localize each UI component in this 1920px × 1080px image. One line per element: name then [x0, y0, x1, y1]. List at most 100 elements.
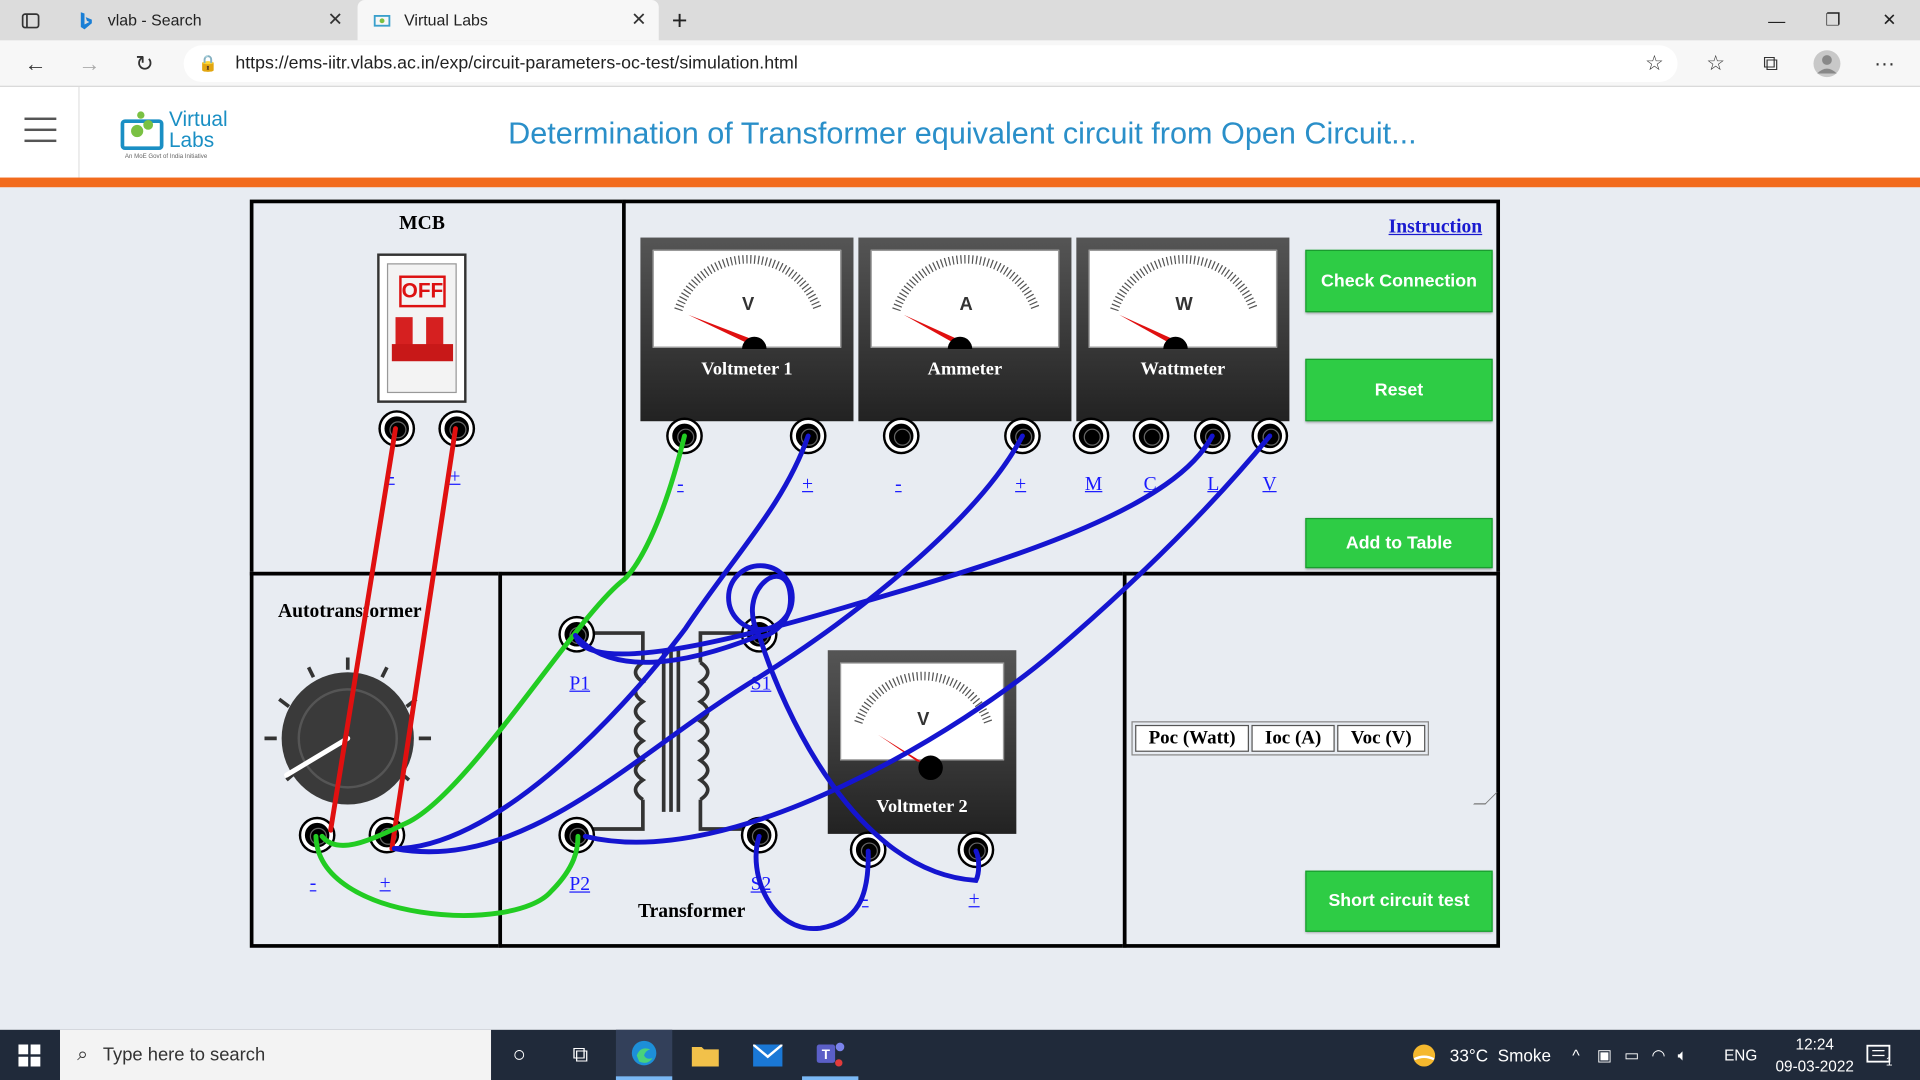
- minimize-button[interactable]: —: [1749, 0, 1805, 40]
- collections-button[interactable]: ⧉: [1752, 45, 1789, 82]
- avatar: [1813, 50, 1841, 78]
- back-button[interactable]: ←: [17, 45, 54, 82]
- mcb-switch[interactable]: OFF: [377, 253, 467, 403]
- voltmeter-2-label-plus: +: [968, 888, 980, 910]
- mcb-state-label: OFF: [399, 275, 446, 308]
- weather-smoke-icon: [1413, 1043, 1436, 1066]
- add-favorite-button[interactable]: ☆: [1636, 45, 1673, 82]
- site-header: Virtual Labs An MoE Govt of India Initia…: [0, 86, 1920, 178]
- minimize-icon: —: [1768, 10, 1786, 31]
- wattmeter-terminal-m[interactable]: [1075, 420, 1107, 452]
- new-tab-button[interactable]: +: [661, 0, 698, 40]
- ammeter-terminal-minus[interactable]: [885, 420, 918, 452]
- close-tab-icon[interactable]: ✕: [327, 9, 342, 31]
- edge-icon: [631, 1040, 657, 1066]
- notification-center-button[interactable]: 1: [1866, 1030, 1893, 1080]
- voltmeter-2-dial: V: [854, 671, 993, 772]
- mcb-terminal-plus[interactable]: [440, 412, 473, 445]
- edge-taskbar-button[interactable]: [615, 1029, 673, 1080]
- wattmeter-label-v: V: [1262, 473, 1277, 495]
- teams-icon: T: [816, 1042, 845, 1067]
- mail-button[interactable]: [740, 1030, 796, 1080]
- teams-button[interactable]: T: [802, 1030, 859, 1080]
- add-to-table-button[interactable]: Add to Table: [1305, 517, 1493, 569]
- system-tray[interactable]: ^ ▣ ▭ ◠ 🔈︎: [1572, 1030, 1687, 1080]
- transformer-label-p1: P1: [569, 673, 591, 695]
- ammeter-dial: A: [892, 254, 1040, 362]
- wattmeter-terminal-l[interactable]: [1196, 420, 1229, 452]
- tab-virtual-labs[interactable]: Virtual Labs ✕: [357, 0, 659, 41]
- ammeter-label-minus: -: [895, 473, 902, 495]
- clock[interactable]: 12:24 09-03-2022: [1766, 1030, 1864, 1080]
- autotransformer-knob[interactable]: [262, 653, 433, 812]
- wattmeter-label: Wattmeter: [1140, 360, 1226, 380]
- profile-button[interactable]: [1809, 45, 1846, 82]
- voltmeter-2-terminal-plus[interactable]: [960, 833, 992, 866]
- collections-icon: ⧉: [1763, 51, 1779, 75]
- camera-icon: ▣: [1596, 1045, 1612, 1064]
- language-indicator[interactable]: ENG: [1724, 1030, 1757, 1080]
- ammeter-label: Ammeter: [927, 360, 1003, 380]
- autotransformer-terminal-plus[interactable]: [371, 819, 403, 852]
- mail-icon: [753, 1043, 783, 1066]
- ammeter-terminal-plus[interactable]: [1006, 420, 1039, 452]
- taskbar-search-input[interactable]: ⌕ Type here to search: [60, 1029, 492, 1080]
- transformer-terminal-s1[interactable]: [743, 618, 776, 651]
- cortana-button[interactable]: ○: [491, 1030, 547, 1080]
- clock-date: 09-03-2022: [1775, 1057, 1854, 1075]
- voltmeter-1-terminal-plus[interactable]: [792, 420, 825, 452]
- task-view-icon: ⧉: [572, 1042, 589, 1067]
- transformer-label-s2: S2: [750, 874, 772, 896]
- page-title: Determination of Transformer equivalent …: [508, 116, 1417, 151]
- voltmeter-1-label-plus: +: [802, 473, 814, 495]
- svg-text:A: A: [959, 293, 972, 314]
- autotransformer-terminal-minus[interactable]: [301, 819, 334, 852]
- wattmeter-terminal-c[interactable]: [1135, 420, 1167, 452]
- battery-icon: ▭: [1624, 1045, 1640, 1064]
- tab-label: vlab - Search: [107, 11, 202, 30]
- settings-menu-button[interactable]: ···: [1866, 45, 1903, 82]
- start-button[interactable]: [0, 1030, 59, 1080]
- windows-icon: [18, 1043, 41, 1066]
- file-explorer-button[interactable]: [677, 1030, 733, 1080]
- tab-actions-button[interactable]: [10, 0, 52, 40]
- transformer-terminal-p1[interactable]: [560, 618, 593, 651]
- favorites-button[interactable]: ☆: [1697, 45, 1734, 82]
- wifi-icon: ◠: [1651, 1045, 1666, 1064]
- transformer-title: Transformer: [637, 901, 746, 923]
- logo-icon: [120, 111, 164, 151]
- weather-widget[interactable]: 33°C Smoke: [1411, 1030, 1551, 1080]
- transformer-terminal-s2[interactable]: [743, 819, 776, 852]
- voltmeter-2-terminal-minus[interactable]: [852, 833, 885, 866]
- hamburger-menu-button[interactable]: [24, 117, 57, 143]
- mcb-terminal-minus[interactable]: [380, 412, 413, 445]
- restore-button[interactable]: ❐: [1805, 0, 1861, 40]
- logo-text: Labs: [168, 128, 215, 152]
- cortana-icon: ○: [512, 1042, 526, 1067]
- voltmeter-dial: V: [674, 254, 823, 362]
- check-connection-button[interactable]: Check Connection: [1305, 249, 1493, 313]
- header-divider: [78, 86, 80, 178]
- voltmeter-1-terminal-minus[interactable]: [668, 420, 701, 452]
- url-text: https://ems-iitr.vlabs.ac.in/exp/circuit…: [235, 53, 798, 74]
- transformer-terminal-p2[interactable]: [560, 819, 593, 852]
- close-window-button[interactable]: ✕: [1861, 0, 1917, 40]
- more-icon: ···: [1874, 51, 1895, 75]
- instruction-link[interactable]: Instruction: [1389, 217, 1483, 239]
- refresh-icon: ↻: [135, 50, 154, 76]
- url-field[interactable]: 🔒 https://ems-iitr.vlabs.ac.in/exp/circu…: [183, 45, 1678, 83]
- svg-text:V: V: [742, 293, 755, 314]
- clock-time: 12:24: [1795, 1035, 1834, 1053]
- logo-tagline: An MoE Govt of India Initiative: [124, 153, 208, 161]
- reset-button[interactable]: Reset: [1305, 358, 1493, 422]
- close-tab-icon[interactable]: ✕: [631, 9, 646, 31]
- refresh-button[interactable]: ↻: [126, 45, 163, 82]
- voltmeter-2: V Voltmeter 2: [827, 650, 1017, 834]
- tab-vlab-search[interactable]: vlab - Search ✕: [64, 0, 355, 40]
- svg-text:W: W: [1175, 293, 1193, 314]
- virtual-labs-logo[interactable]: Virtual Labs An MoE Govt of India Initia…: [118, 102, 240, 163]
- short-circuit-test-button[interactable]: Short circuit test: [1305, 870, 1493, 932]
- forward-button[interactable]: →: [71, 45, 108, 82]
- wattmeter-terminal-v[interactable]: [1253, 420, 1286, 452]
- task-view-button[interactable]: ⧉: [552, 1030, 608, 1080]
